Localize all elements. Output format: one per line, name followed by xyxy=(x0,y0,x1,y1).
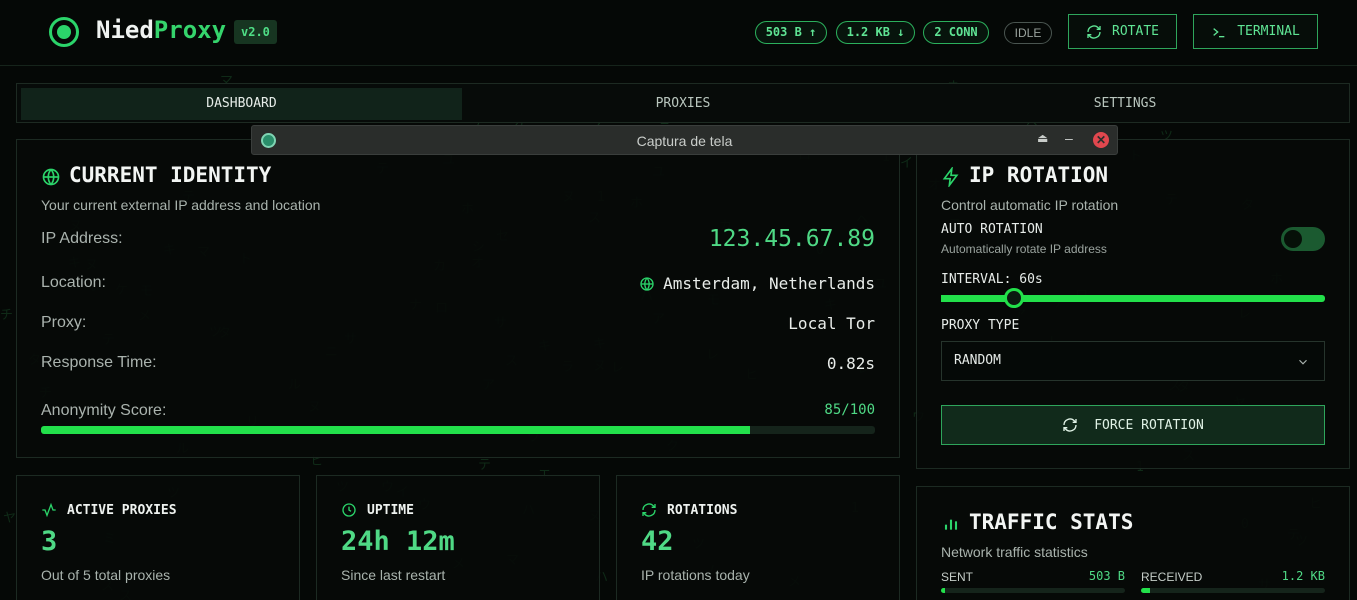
rotate-button[interactable]: ROTATE xyxy=(1068,14,1177,49)
refresh-icon xyxy=(1087,24,1101,39)
proxy-label: Proxy: xyxy=(41,314,87,331)
received-progress-fill xyxy=(1141,588,1151,593)
stat-label: ACTIVE PROXIES xyxy=(41,502,177,518)
terminal-button[interactable]: TERMINAL xyxy=(1193,14,1318,49)
proxy-type-value: RANDOM xyxy=(954,353,1001,368)
globe-icon xyxy=(640,276,654,291)
anonymity-progress-fill xyxy=(41,426,750,434)
ip-value: 123.45.67.89 xyxy=(708,226,875,252)
clock-icon xyxy=(342,503,356,517)
tab-dashboard[interactable]: DASHBOARD xyxy=(21,88,462,120)
proxy-value: Local Tor xyxy=(788,314,875,333)
stat-desc: IP rotations today xyxy=(641,567,750,583)
version-badge: v2.0 xyxy=(234,20,277,44)
stat-label: ROTATIONS xyxy=(641,502,737,518)
main-tabs: DASHBOARD PROXIES SETTINGS xyxy=(16,83,1350,123)
stat-label-text: ACTIVE PROXIES xyxy=(67,502,177,518)
auto-rotation-toggle[interactable] xyxy=(1281,227,1325,251)
traffic-title: TRAFFIC STATS xyxy=(969,510,1134,534)
sent-progress-fill xyxy=(941,588,945,593)
lightning-icon xyxy=(942,167,959,187)
received-progress-bar xyxy=(1141,588,1325,593)
interval-slider[interactable] xyxy=(941,288,1325,308)
logo-part1: Nied xyxy=(96,16,154,44)
matrix-glyph: ヤ xyxy=(3,511,17,526)
window-title: Captura de tela xyxy=(636,133,733,149)
sent-value: 503 B xyxy=(1088,569,1125,583)
identity-subtitle: Your current external IP address and loc… xyxy=(41,197,321,213)
identity-title: CURRENT IDENTITY xyxy=(69,163,272,187)
interval-slider-thumb[interactable] xyxy=(1003,288,1024,308)
auto-rotation-label: AUTO ROTATION xyxy=(941,222,1043,237)
stat-value: 24h 12m xyxy=(341,526,455,557)
rotation-title: IP ROTATION xyxy=(969,163,1109,187)
location-text: Amsterdam, Netherlands xyxy=(663,274,875,293)
rotate-label: ROTATE xyxy=(1112,24,1159,39)
interval-label: INTERVAL: 60s xyxy=(941,272,1043,287)
interval-slider-fill xyxy=(941,295,1014,302)
bar-chart-icon xyxy=(944,519,958,530)
minimize-icon[interactable]: – xyxy=(1065,130,1073,146)
status-badge: IDLE xyxy=(1004,22,1052,44)
terminal-icon xyxy=(1213,27,1225,37)
proxy-type-select[interactable]: RANDOM xyxy=(941,341,1325,381)
ip-rotation-card: IP ROTATION Control automatic IP rotatio… xyxy=(916,139,1350,469)
stat-label: UPTIME xyxy=(341,502,414,518)
force-rotation-label: FORCE ROTATION xyxy=(1094,417,1204,433)
stat-card-uptime: UPTIME 24h 12m Since last restart xyxy=(316,475,600,600)
stat-value: 3 xyxy=(41,526,58,557)
globe-icon xyxy=(42,168,60,186)
matrix-glyph: チ xyxy=(0,308,14,323)
traffic-stats-card: TRAFFIC STATS Network traffic statistics… xyxy=(916,486,1350,600)
tab-settings[interactable]: SETTINGS xyxy=(904,88,1346,120)
traffic-subtitle: Network traffic statistics xyxy=(941,544,1088,560)
stat-card-rotations: ROTATIONS 42 IP rotations today xyxy=(616,475,900,600)
stat-value: 42 xyxy=(641,526,674,557)
proxy-type-label: PROXY TYPE xyxy=(941,318,1020,333)
sent-traffic-pill: 503 B ↑ xyxy=(755,21,827,44)
stat-label-text: UPTIME xyxy=(367,502,414,518)
chevron-down-icon xyxy=(1299,359,1307,365)
anonymity-progress-bar xyxy=(41,426,875,434)
received-traffic-pill: 1.2 KB ↓ xyxy=(836,21,915,44)
stat-desc: Out of 5 total proxies xyxy=(41,567,171,583)
close-icon[interactable]: ✕ xyxy=(1093,132,1109,148)
sent-progress-bar xyxy=(941,588,1125,593)
stat-label-text: ROTATIONS xyxy=(667,502,738,518)
activity-icon xyxy=(42,502,56,518)
logo-part2: Proxy xyxy=(153,16,227,44)
terminal-label: TERMINAL xyxy=(1237,24,1300,39)
stat-desc: Since last restart xyxy=(341,567,446,583)
connections-pill: 2 CONN xyxy=(923,21,989,44)
app-logo: NiedProxy xyxy=(96,16,226,44)
stat-card-active-proxies: ACTIVE PROXIES 3 Out of 5 total proxies xyxy=(16,475,300,600)
rotation-subtitle: Control automatic IP rotation xyxy=(941,197,1119,213)
sent-label: SENT xyxy=(941,570,974,584)
anonymity-value: 85/100 xyxy=(824,402,875,418)
refresh-icon xyxy=(642,503,656,517)
logo-icon xyxy=(49,17,79,47)
toggle-knob xyxy=(1284,230,1302,248)
response-time-value: 0.82s xyxy=(826,354,875,373)
ip-label: IP Address: xyxy=(41,230,123,247)
app-header: NiedProxy v2.0 503 B ↑ 1.2 KB ↓ 2 CONN I… xyxy=(0,0,1357,66)
refresh-icon xyxy=(1063,418,1077,432)
eject-icon[interactable]: ⏏ xyxy=(1037,131,1048,145)
response-time-label: Response Time: xyxy=(41,354,157,371)
current-identity-card: CURRENT IDENTITY Your current external I… xyxy=(16,139,900,458)
location-value: Amsterdam, Netherlands xyxy=(639,274,875,293)
force-rotation-button[interactable]: FORCE ROTATION xyxy=(941,405,1325,445)
location-label: Location: xyxy=(41,274,106,291)
tab-proxies[interactable]: PROXIES xyxy=(462,88,904,120)
received-label: RECEIVED xyxy=(1141,570,1203,584)
received-value: 1.2 KB xyxy=(1281,569,1325,583)
screenshot-window-titlebar: Captura de tela ⏏ – ✕ xyxy=(251,125,1118,155)
auto-rotation-desc: Automatically rotate IP address xyxy=(941,242,1107,256)
anonymity-label: Anonymity Score: xyxy=(41,402,167,419)
